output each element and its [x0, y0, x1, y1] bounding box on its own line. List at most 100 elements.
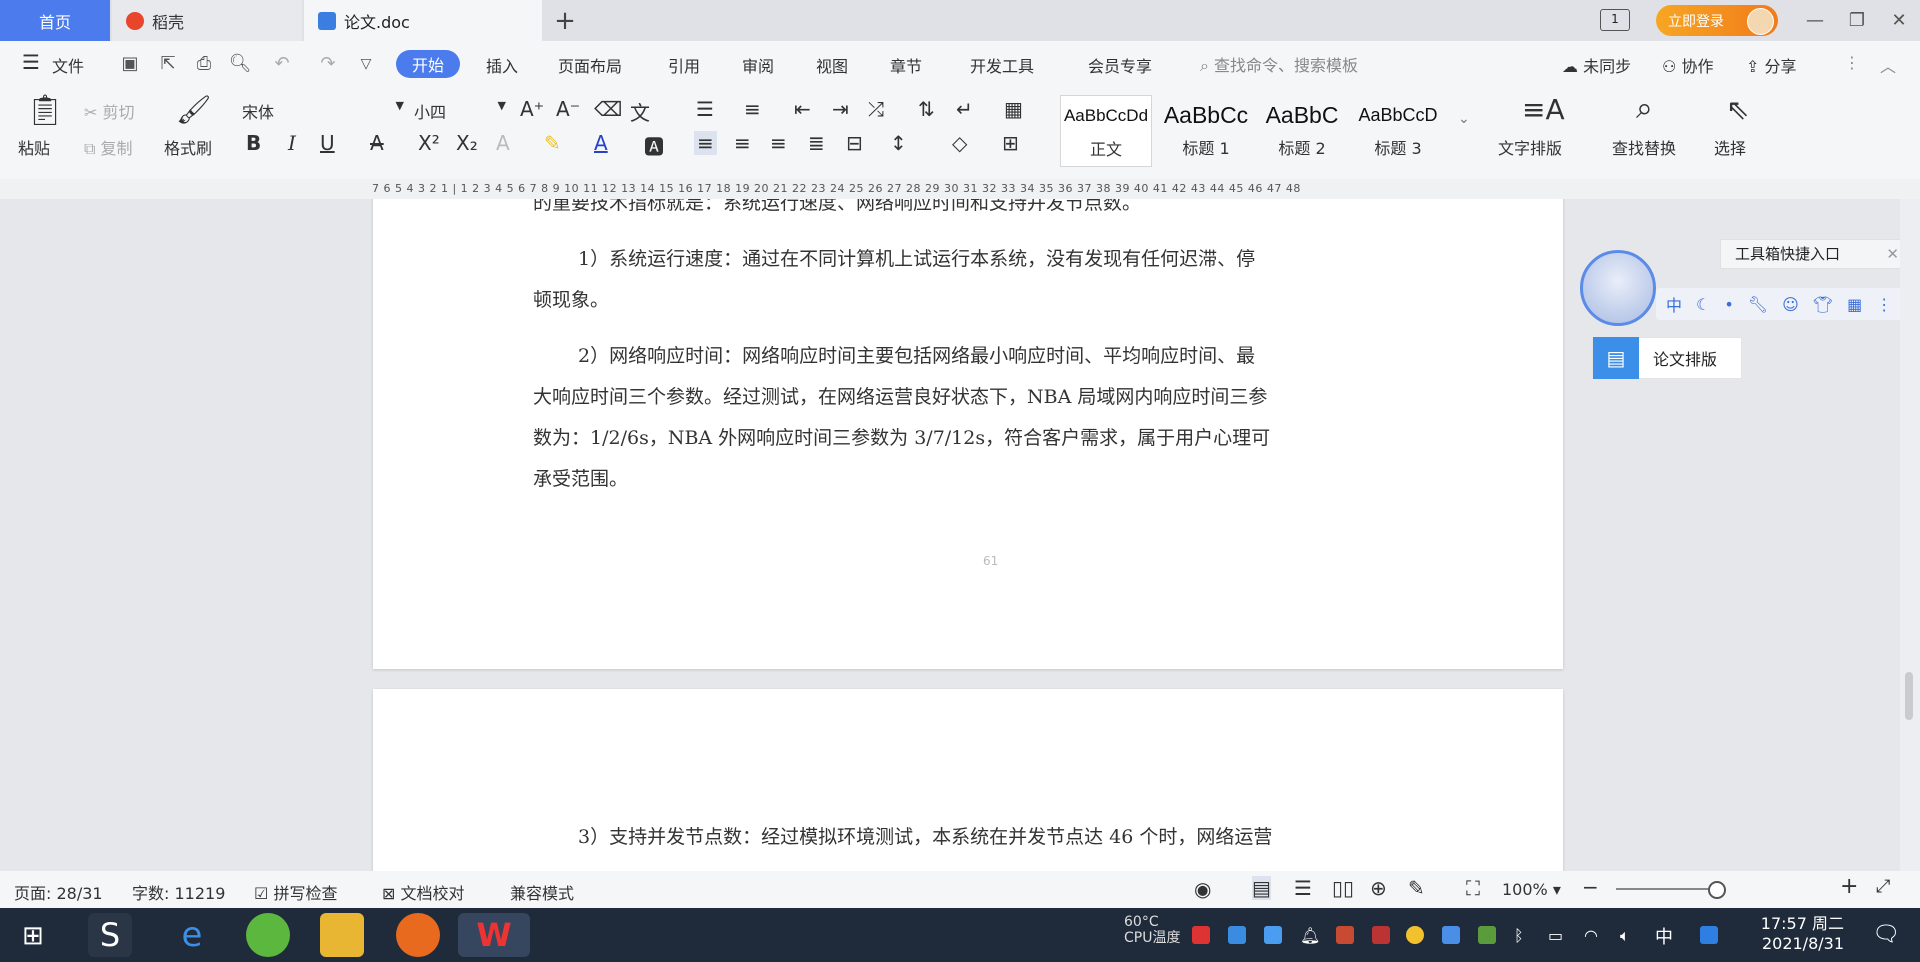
input-method[interactable]: 中 — [1655, 923, 1673, 949]
print-preview-icon[interactable]: 🔍︎ — [228, 52, 252, 76]
zoom-in-icon[interactable]: + — [1840, 874, 1858, 899]
find-replace-button[interactable]: 查找替换 — [1612, 135, 1676, 159]
increase-indent-icon[interactable]: ⇥ — [832, 97, 849, 121]
chinese-input-icon[interactable]: 中 — [1666, 292, 1682, 316]
volume-icon[interactable]: 🔈︎ — [1620, 926, 1638, 945]
ruler[interactable]: 7 6 5 4 3 2 1 | 1 2 3 4 5 6 7 8 9 10 11 … — [0, 179, 1920, 199]
sync-status[interactable]: ☁ 未同步 — [1562, 53, 1631, 77]
nvidia-icon[interactable] — [1478, 926, 1496, 944]
undo-icon[interactable]: ↶ — [270, 52, 294, 76]
page-indicator[interactable]: 页面: 28/31 — [14, 880, 103, 904]
table-icon[interactable]: ▦ — [1004, 97, 1023, 121]
wps-app-icon[interactable]: W — [458, 913, 530, 957]
cpu-temp-widget[interactable]: 60°C CPU温度 — [1124, 914, 1180, 946]
magnifier-icon[interactable]: ⌕ — [1636, 91, 1653, 126]
tray-app-icon[interactable] — [1406, 926, 1424, 944]
style-heading-2[interactable]: AaBbC 标题 2 — [1256, 95, 1348, 167]
font-name-select[interactable]: 宋体 ▼ — [242, 99, 404, 125]
line-spacing-icon[interactable]: ↕ — [890, 131, 907, 155]
sort-icon[interactable]: ⇅ — [918, 97, 935, 121]
tab-document[interactable]: 论文.doc — [304, 0, 542, 41]
tray-app-icon[interactable] — [1192, 926, 1210, 944]
wifi-icon[interactable]: ◠ — [1584, 926, 1602, 945]
assistant-avatar[interactable] — [1580, 250, 1656, 326]
copy-button[interactable]: ⧉ 复制 — [84, 135, 133, 159]
tab-daoke[interactable]: 稻壳 — [112, 0, 302, 41]
font-color-icon[interactable]: A — [594, 131, 608, 155]
italic-icon[interactable]: I — [288, 131, 296, 155]
close-icon[interactable]: ✕ — [1884, 6, 1914, 34]
paste-icon[interactable]: 📋︎ — [26, 93, 64, 128]
fullscreen-icon[interactable]: ⤢ — [1876, 876, 1890, 897]
tab-dev-tools[interactable]: 开发工具 — [970, 53, 1034, 77]
share-button[interactable]: ⇪ 分享 — [1746, 53, 1797, 77]
shield-icon[interactable] — [1264, 926, 1282, 944]
paste-button[interactable]: 粘贴 — [18, 135, 50, 159]
windows-start-icon[interactable]: ⊞ — [22, 921, 44, 951]
tab-view[interactable]: 视图 — [816, 53, 848, 77]
toolbox-shortcut[interactable]: 工具箱快捷入口 ✕ — [1720, 239, 1910, 269]
text-direction-icon[interactable]: ⤮ — [868, 97, 884, 121]
word-count[interactable]: 字数: 11219 — [132, 880, 225, 904]
spell-check-button[interactable]: ☑ 拼写检查 — [254, 880, 337, 904]
bold-icon[interactable]: B — [246, 131, 261, 155]
chevron-down-icon[interactable]: ▽ — [354, 52, 378, 76]
grid-icon[interactable]: ▦ — [1847, 295, 1862, 314]
select-button[interactable]: 选择 — [1714, 135, 1746, 159]
styles-expand-icon[interactable]: ⌄ — [1458, 111, 1470, 127]
zoom-slider-handle[interactable] — [1708, 881, 1726, 899]
tab-home[interactable]: 首页 — [0, 0, 110, 41]
subscript-icon[interactable]: X₂ — [456, 131, 478, 155]
pen-icon[interactable]: ✎ — [1408, 876, 1425, 900]
more-icon[interactable]: ⋮ — [1844, 53, 1860, 72]
grow-font-icon[interactable]: A⁺ — [520, 97, 544, 121]
print-icon[interactable]: ⎙ — [192, 52, 216, 76]
ie-browser-icon[interactable]: e — [170, 913, 214, 957]
decrease-indent-icon[interactable]: ⇤ — [794, 97, 811, 121]
text-layout-icon[interactable]: ≡A — [1522, 93, 1565, 126]
cursor-icon[interactable]: ⇖ — [1726, 93, 1749, 126]
browser-360-icon[interactable] — [246, 913, 290, 957]
tab-review[interactable]: 审阅 — [742, 53, 774, 77]
zoom-level[interactable]: 100% ▾ — [1502, 880, 1561, 899]
distribute-icon[interactable]: ⊟ — [846, 131, 863, 155]
document-page[interactable]: 的重要技术指标就是：系统运行速度、网络响应时间和支持并发节点数。 1）系统运行速… — [373, 199, 1563, 669]
align-left-icon[interactable]: ≡ — [694, 131, 717, 155]
strikethrough-icon[interactable]: A — [370, 131, 384, 155]
borders-icon[interactable]: ⊞ — [1002, 131, 1019, 155]
dots-icon[interactable]: • — [1724, 295, 1733, 314]
proofread-button[interactable]: ⊠ 文档校对 — [382, 880, 465, 904]
export-icon[interactable]: ⇱ — [156, 52, 180, 76]
read-view-icon[interactable]: ▯▯ — [1332, 876, 1354, 900]
file-explorer-icon[interactable] — [320, 913, 364, 957]
collab-button[interactable]: ⚇ 协作 — [1662, 53, 1713, 77]
scrollbar-thumb[interactable] — [1905, 672, 1913, 720]
format-painter-button[interactable]: 格式刷 — [164, 135, 212, 159]
moon-icon[interactable]: ☾ — [1696, 295, 1710, 314]
document-page[interactable]: 3）支持并发节点数：经过模拟环境测试，本系统在并发节点达 46 个时，网络运营 — [373, 689, 1563, 871]
close-icon[interactable]: ✕ — [1886, 240, 1899, 268]
page-view-icon[interactable]: ▤ — [1252, 876, 1271, 900]
tab-reference[interactable]: 引用 — [668, 53, 700, 77]
tray-app-icon[interactable] — [1442, 926, 1460, 944]
zoom-out-icon[interactable]: − — [1582, 875, 1599, 899]
minimize-icon[interactable]: — — [1800, 6, 1830, 34]
brush-icon[interactable]: 🖌︎ — [176, 93, 212, 126]
wrench-icon[interactable]: 🔧︎ — [1748, 295, 1768, 314]
device-icon[interactable]: 1 — [1600, 9, 1630, 31]
text-effect-icon[interactable]: A — [496, 131, 510, 155]
tab-member[interactable]: 会员专享 — [1088, 53, 1152, 77]
command-search[interactable]: ⌕ 查找命令、搜索模板 — [1200, 52, 1358, 76]
style-heading-1[interactable]: AaBbCc 标题 1 — [1160, 95, 1252, 167]
tray-app-icon[interactable] — [1336, 926, 1354, 944]
align-right-icon[interactable]: ≡ — [770, 131, 787, 155]
style-heading-3[interactable]: AaBbCcD 标题 3 — [1352, 95, 1444, 167]
tab-page-layout[interactable]: 页面布局 — [558, 53, 622, 77]
text-layout-button[interactable]: 文字排版 — [1498, 135, 1562, 159]
battery-icon[interactable]: ▭ — [1548, 926, 1566, 945]
tab-insert[interactable]: 插入 — [486, 53, 518, 77]
superscript-icon[interactable]: X² — [418, 131, 440, 155]
hamburger-icon[interactable]: ☰ — [22, 50, 40, 74]
app-360-icon[interactable]: S — [88, 913, 132, 957]
eye-icon[interactable]: ◉ — [1194, 877, 1211, 901]
